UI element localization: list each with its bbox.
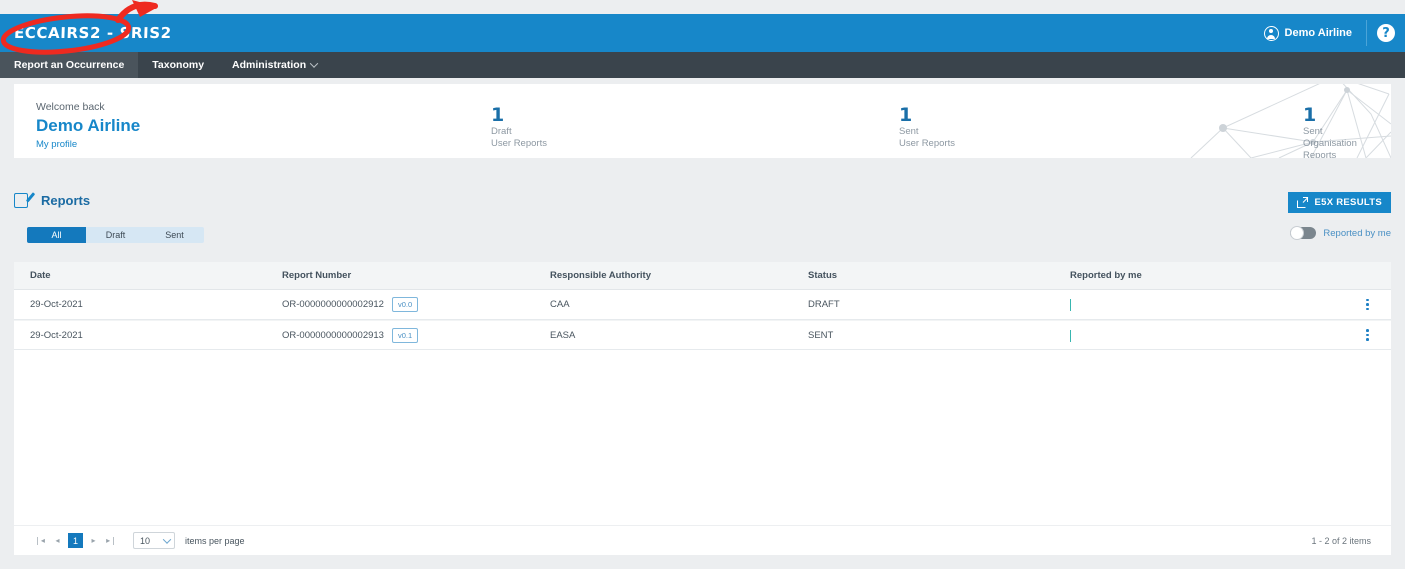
column-header-reported-by-me[interactable]: Reported by me xyxy=(1070,270,1320,281)
nav-item-taxonomy[interactable]: Taxonomy xyxy=(138,52,218,78)
user-circle-icon xyxy=(1263,25,1279,41)
welcome-panel: Welcome back Demo Airline My profile 1 D… xyxy=(14,84,1391,158)
chevron-down-icon xyxy=(162,534,172,544)
stat-line-1: Sent xyxy=(899,126,919,137)
first-page-button[interactable]: ❘◂ xyxy=(32,533,47,548)
stat-line-2: Organisation Reports xyxy=(1303,138,1357,158)
cell-report-number: OR-0000000000002912 v0.0 xyxy=(282,297,550,312)
table-row[interactable]: 29-Oct-2021 OR-0000000000002913 v0.1 EAS… xyxy=(14,320,1391,350)
cell-responsible-authority: CAA xyxy=(550,299,570,310)
table-empty-area xyxy=(14,348,1391,525)
cell-reported-by-me xyxy=(1070,299,1320,311)
cell-date: 29-Oct-2021 xyxy=(30,299,83,310)
column-header-responsible-authority[interactable]: Responsible Authority xyxy=(550,270,808,281)
nav-label: Taxonomy xyxy=(152,59,205,71)
report-filter-tabs: All Draft Sent xyxy=(27,227,204,243)
top-header-bar: ECCAIRS2 - SRIS2 Demo Airline ? xyxy=(0,14,1405,52)
external-link-icon xyxy=(1297,197,1309,208)
table-header-row: Date Report Number Responsible Authority… xyxy=(14,262,1391,290)
reported-by-me-toggle[interactable] xyxy=(1290,226,1317,240)
row-actions-menu-button[interactable] xyxy=(1320,298,1391,311)
stat-line-2: User Reports xyxy=(899,138,955,149)
stat-line-1: Sent xyxy=(1303,126,1323,137)
page-size-value: 10 xyxy=(140,535,151,546)
page-size-select[interactable]: 10 xyxy=(133,532,175,549)
version-badge: v0.1 xyxy=(391,327,419,343)
reports-table: Date Report Number Responsible Authority… xyxy=(14,262,1391,350)
chevron-down-icon xyxy=(309,59,319,68)
edit-square-icon xyxy=(14,192,36,209)
stat-line-2: User Reports xyxy=(491,138,547,149)
stat-value: 1 xyxy=(491,104,505,126)
kebab-menu-icon xyxy=(1366,329,1369,341)
welcome-text-block: Welcome back Demo Airline My profile xyxy=(36,100,140,152)
version-badge: v0.0 xyxy=(391,297,419,312)
nav-label: Report an Occurrence xyxy=(14,59,125,71)
cell-date: 29-Oct-2021 xyxy=(30,329,83,341)
tab-draft[interactable]: Draft xyxy=(86,227,145,243)
help-icon: ? xyxy=(1377,24,1395,42)
cell-status: SENT xyxy=(808,329,834,341)
stat-sent-user-reports: 1 Sent User Reports xyxy=(899,104,955,150)
tab-sent[interactable]: Sent xyxy=(145,227,204,243)
app-root: ECCAIRS2 - SRIS2 Demo Airline ? Report a… xyxy=(0,0,1405,569)
user-name-label: Demo Airline xyxy=(1284,27,1352,39)
reported-by-me-toggle-label: Reported by me xyxy=(1323,227,1391,239)
main-navigation: Report an Occurrence Taxonomy Administra… xyxy=(0,52,1405,78)
e5x-results-button[interactable]: E5X RESULTS xyxy=(1288,192,1391,213)
e5x-results-label: E5X RESULTS xyxy=(1314,197,1382,208)
page-number-1[interactable]: 1 xyxy=(68,533,83,548)
report-number-text: OR-0000000000002913 xyxy=(282,329,384,341)
items-per-page-label: items per page xyxy=(185,535,245,546)
next-page-button[interactable]: ▸ xyxy=(86,533,101,548)
nav-item-administration[interactable]: Administration xyxy=(218,52,331,78)
reported-by-me-filter[interactable]: Reported by me xyxy=(1290,226,1391,240)
nav-label: Administration xyxy=(232,59,307,71)
kebab-menu-icon xyxy=(1366,298,1369,311)
stat-value: 1 xyxy=(1303,104,1317,126)
app-logo[interactable]: ECCAIRS2 - SRIS2 xyxy=(14,24,172,42)
network-node xyxy=(1219,124,1227,132)
network-node xyxy=(1344,87,1350,93)
reports-section-header: Reports xyxy=(14,192,90,209)
user-menu-button[interactable]: Demo Airline xyxy=(1250,20,1367,46)
row-actions-menu-button[interactable] xyxy=(1320,329,1391,341)
report-number-text: OR-0000000000002912 xyxy=(282,299,384,310)
pagination: ❘◂ ◂ 1 ▸ ▸❘ xyxy=(32,533,119,548)
column-header-report-number[interactable]: Report Number xyxy=(282,270,550,281)
column-header-date[interactable]: Date xyxy=(14,270,282,281)
page-title: Reports xyxy=(41,193,91,208)
last-page-button[interactable]: ▸❘ xyxy=(104,533,119,548)
check-icon xyxy=(1070,329,1071,342)
cell-status: DRAFT xyxy=(808,299,840,310)
stat-value: 1 xyxy=(899,104,913,126)
cell-reported-by-me xyxy=(1070,329,1320,342)
column-header-status[interactable]: Status xyxy=(808,270,1070,281)
previous-page-button[interactable]: ◂ xyxy=(50,533,65,548)
my-profile-link[interactable]: My profile xyxy=(36,138,140,152)
check-icon xyxy=(1070,299,1071,311)
header-right-cluster: Demo Airline ? xyxy=(1250,14,1405,52)
stat-line-1: Draft xyxy=(491,126,512,137)
table-row[interactable]: 29-Oct-2021 OR-0000000000002912 v0.0 CAA… xyxy=(14,290,1391,320)
stat-draft-user-reports: 1 Draft User Reports xyxy=(491,104,547,150)
cell-responsible-authority: EASA xyxy=(550,329,576,341)
stat-sent-organisation-reports: 1 Sent Organisation Reports xyxy=(1303,104,1391,158)
welcome-user-name: Demo Airline xyxy=(36,116,141,135)
table-footer: ❘◂ ◂ 1 ▸ ▸❘ 10 items per page 1 - 2 of 2… xyxy=(14,525,1391,555)
toggle-knob xyxy=(1290,226,1305,240)
cell-report-number: OR-0000000000002913 v0.1 xyxy=(282,327,550,343)
tab-all[interactable]: All xyxy=(27,227,86,243)
items-count-label: 1 - 2 of 2 items xyxy=(1311,535,1371,546)
help-button[interactable]: ? xyxy=(1367,14,1405,52)
welcome-greeting: Welcome back xyxy=(36,101,105,113)
nav-item-report-an-occurrence[interactable]: Report an Occurrence xyxy=(0,52,139,78)
